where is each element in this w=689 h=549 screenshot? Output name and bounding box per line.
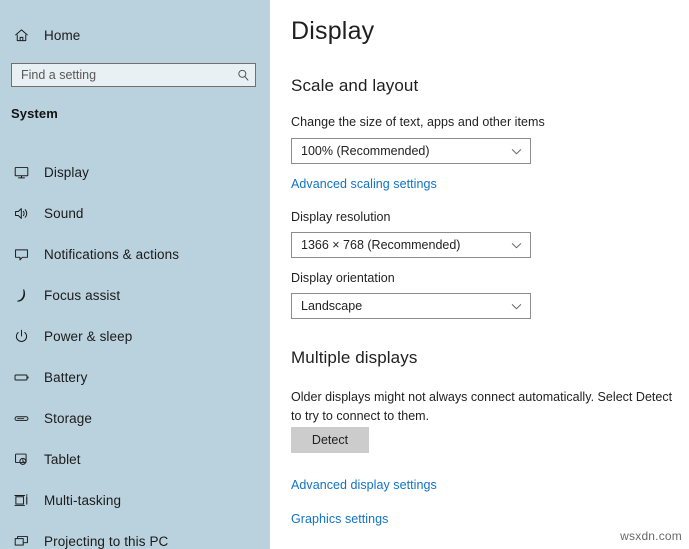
chevron-down-icon[interactable] [502, 139, 530, 163]
sidebar-item-tablet[interactable]: Tablet [0, 439, 270, 480]
scale-dropdown[interactable]: 100% (Recommended) [291, 138, 531, 164]
storage-icon [10, 408, 32, 430]
tablet-icon [10, 449, 32, 471]
sidebar-item-display[interactable]: Display [0, 152, 270, 193]
search-box[interactable] [11, 63, 256, 87]
watermark: wsxdn.com [620, 529, 682, 543]
resolution-field-label: Display resolution [291, 210, 391, 224]
chevron-down-icon[interactable] [502, 294, 530, 318]
project-screen-icon [10, 531, 32, 549]
sidebar-home-label: Home [44, 28, 80, 43]
monitor-icon [10, 162, 32, 184]
orientation-field-label: Display orientation [291, 271, 395, 285]
sidebar-item-power-sleep[interactable]: Power & sleep [0, 316, 270, 357]
detect-button[interactable]: Detect [291, 427, 369, 453]
scale-field-label: Change the size of text, apps and other … [291, 115, 545, 129]
sidebar-item-label: Power & sleep [44, 329, 132, 344]
sidebar: Home System Displ [0, 0, 270, 549]
sidebar-item-label: Battery [44, 370, 87, 385]
main-content: Display Scale and layout Change the size… [270, 0, 689, 549]
sidebar-item-label: Notifications & actions [44, 247, 179, 262]
power-icon [10, 326, 32, 348]
orientation-dropdown[interactable]: Landscape [291, 293, 531, 319]
resolution-dropdown-value: 1366 × 768 (Recommended) [292, 238, 502, 252]
sidebar-item-sound[interactable]: Sound [0, 193, 270, 234]
sidebar-item-home[interactable]: Home [10, 22, 190, 48]
advanced-display-settings-link[interactable]: Advanced display settings [291, 478, 437, 492]
graphics-settings-link[interactable]: Graphics settings [291, 512, 388, 526]
sidebar-item-label: Focus assist [44, 288, 120, 303]
sidebar-item-focus-assist[interactable]: Focus assist [0, 275, 270, 316]
sidebar-item-multi-tasking[interactable]: Multi-tasking [0, 480, 270, 521]
sidebar-item-battery[interactable]: Battery [0, 357, 270, 398]
page-title: Display [291, 17, 374, 46]
home-icon [10, 24, 32, 46]
sidebar-item-label: Sound [44, 206, 84, 221]
scale-and-layout-heading: Scale and layout [291, 76, 418, 96]
sidebar-item-projecting[interactable]: Projecting to this PC [0, 521, 270, 549]
sidebar-group-title: System [11, 106, 58, 121]
search-input[interactable] [12, 64, 231, 86]
advanced-scaling-settings-link[interactable]: Advanced scaling settings [291, 177, 437, 191]
sidebar-item-label: Tablet [44, 452, 81, 467]
chat-bubble-icon [10, 244, 32, 266]
chevron-down-icon[interactable] [502, 233, 530, 257]
moon-icon [10, 285, 32, 307]
multiple-displays-heading: Multiple displays [291, 348, 417, 368]
multiple-displays-description: Older displays might not always connect … [291, 388, 673, 426]
sidebar-item-label: Multi-tasking [44, 493, 121, 508]
sidebar-item-storage[interactable]: Storage [0, 398, 270, 439]
sidebar-item-notifications[interactable]: Notifications & actions [0, 234, 270, 275]
speaker-icon [10, 203, 32, 225]
search-icon[interactable] [231, 64, 255, 86]
multitasking-icon [10, 490, 32, 512]
resolution-dropdown[interactable]: 1366 × 768 (Recommended) [291, 232, 531, 258]
sidebar-nav: Display Sound Notifica [0, 152, 270, 549]
sidebar-item-label: Storage [44, 411, 92, 426]
sidebar-item-label: Projecting to this PC [44, 534, 168, 549]
settings-window: Home System Displ [0, 0, 689, 549]
scale-dropdown-value: 100% (Recommended) [292, 144, 502, 158]
orientation-dropdown-value: Landscape [292, 299, 502, 313]
battery-icon [10, 367, 32, 389]
sidebar-item-label: Display [44, 165, 89, 180]
